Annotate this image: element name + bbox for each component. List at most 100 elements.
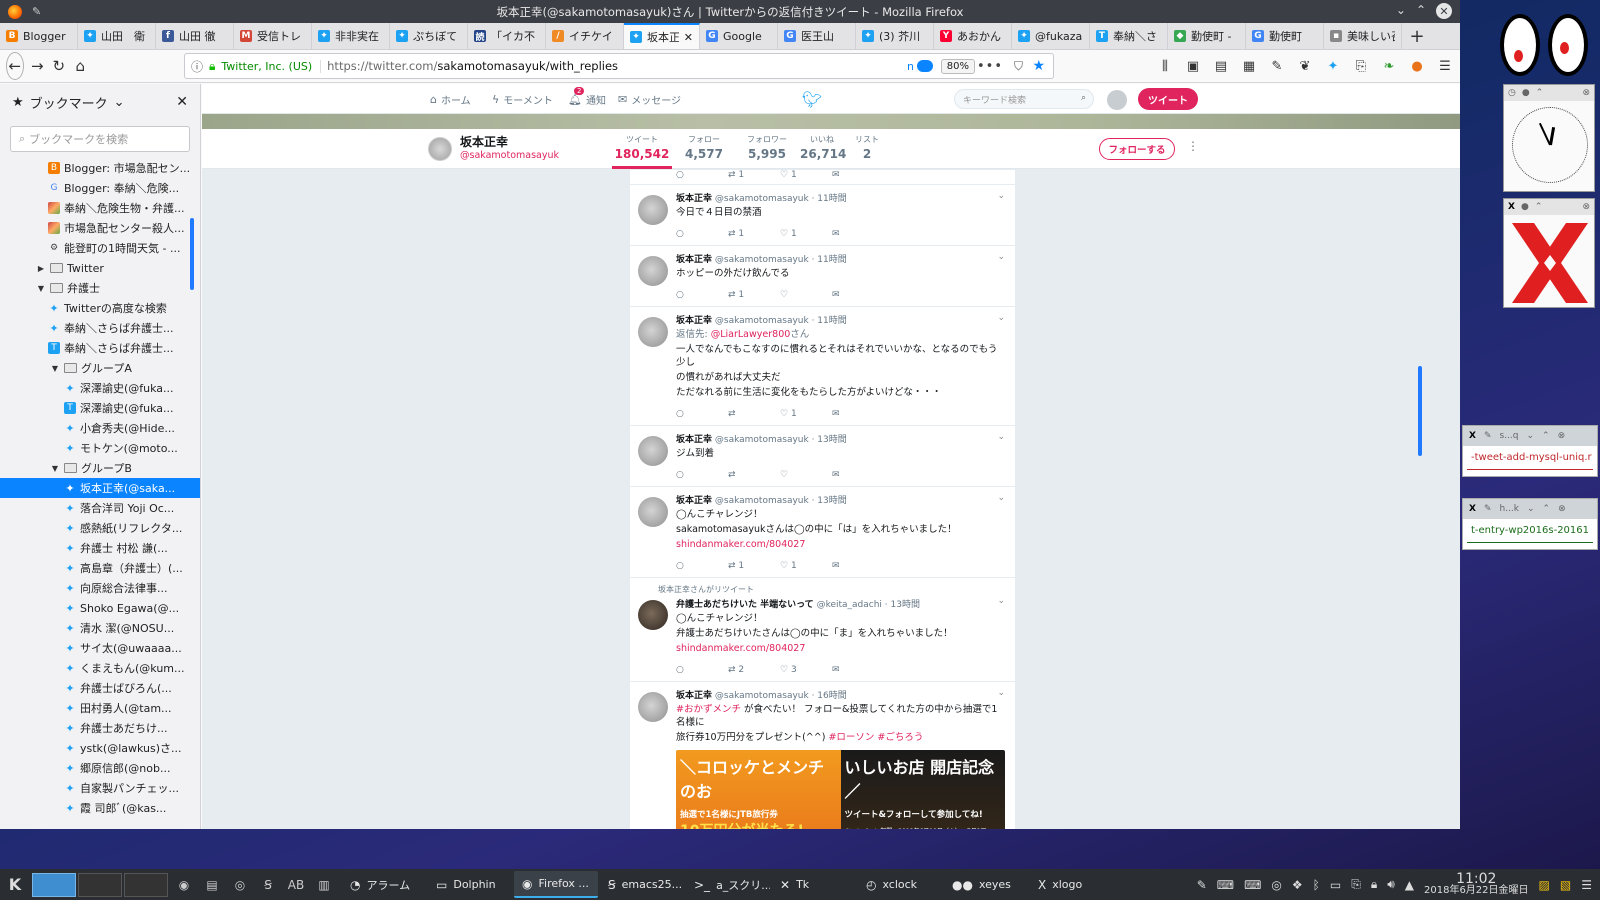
document-launcher-icon[interactable]: ▤ [200,873,224,897]
bookmark-item[interactable]: 奉納＼危険生物・弁護... [0,198,200,218]
bookmark-item[interactable]: ✦ モトケン(@moto... [0,438,200,458]
retweet-button[interactable]: ⇄ 1 [728,170,780,180]
task-7[interactable]: ●● xeyes [944,871,1028,898]
tweet[interactable]: 坂本正幸 @sakamotomasayuk · 13時間 ⌄ ジム到着 ○ ⇄ ♡ ✉ [630,426,1015,487]
retweet-button[interactable]: ⇄ 2 [728,665,780,675]
like-button[interactable]: ♡ 1 [780,229,832,239]
bookmark-star-icon[interactable]: ★ [1032,58,1045,74]
home-button[interactable]: ⌂ [73,53,89,79]
triangle-down-icon[interactable]: ▼ [50,464,60,473]
reply-handle-link[interactable]: @LiarLawyer800 [711,329,791,340]
bookmark-item[interactable]: ✦ Shoko Egawa(@... [0,598,200,618]
reply-button[interactable]: ○ [676,665,728,675]
tweet-avatar[interactable] [638,497,668,527]
tab-11[interactable]: ✦ (3) 芥川 [856,23,934,49]
pin-icon[interactable]: ● [1522,88,1530,98]
twitter-ext-icon[interactable]: ✦ [1324,59,1342,74]
notes-yellow-icon[interactable]: ▧ [1560,878,1571,892]
bookmark-folder[interactable]: ▼ 弁護士 [0,278,200,298]
display-icon[interactable]: ▭ [1330,878,1341,892]
close-window-icon[interactable]: ✕ [1436,3,1452,19]
bookmark-item[interactable]: ✦ 田村勇人(@tam... [0,698,200,718]
pin-icon[interactable]: ● [1521,202,1529,212]
bookmark-item[interactable]: ✦ 自家製パンチェッ... [0,778,200,798]
tab-10[interactable]: G 医王山 [778,23,856,49]
stat-1[interactable]: フォロー 4,577 [684,134,724,161]
chevron-down-icon[interactable]: ⌄ [1527,504,1535,514]
bookmark-item[interactable]: ✦ 弁護士ばびろん(... [0,678,200,698]
url-bar[interactable]: ⓘ 🔒︎ Twitter, Inc. (US) https://twitter.… [184,53,1054,79]
sidebar-scrollbar[interactable] [190,218,194,290]
nav-moments[interactable]: ϟ モーメント [492,92,553,107]
task-2[interactable]: ◉ Firefox ... [514,871,598,898]
back-button[interactable]: ← [6,52,24,80]
bookmark-folder[interactable]: ▼ グループA [0,358,200,378]
maximize-icon[interactable]: ⌃ [1416,3,1426,19]
tab-0[interactable]: B Blogger [0,23,78,49]
close-icon[interactable]: ⊗ [1558,431,1566,441]
bookmark-item[interactable]: 市場急配センター殺人... [0,218,200,238]
task-8[interactable]: Xxlogo [1030,871,1114,898]
chevron-down-icon[interactable]: ⌄ [997,252,1005,262]
tweet[interactable]: 坂本正幸 @sakamotomasayuk · 11時間 ⌄ 返信先: @LiarL… [630,307,1015,426]
tweet-handle[interactable]: @sakamotomasayuk [715,496,809,506]
tab-15[interactable]: ◆ 勤使町 - [1168,23,1246,49]
tweet-time[interactable]: 16時間 [817,691,846,701]
tweet-author-name[interactable]: 弁護士あだちけいた 半端ないって [676,600,814,610]
sidebar-title[interactable]: ブックマーク [30,93,108,112]
tweet-avatar[interactable] [638,600,668,630]
tab-3[interactable]: M 受信トレ [234,23,312,49]
desktop-pager-2[interactable] [78,872,122,897]
like-button[interactable]: ♡ [780,470,832,480]
task-5[interactable]: ✕ Tk [772,871,856,898]
tweet-handle[interactable]: @sakamotomasayuk [715,194,809,204]
desktop-pager-3[interactable] [124,872,168,897]
update-icon[interactable]: ◎ [1271,878,1281,892]
tab-13[interactable]: ✦ @fukaza [1012,23,1090,49]
tweet-time[interactable]: 13時間 [817,496,846,506]
tweet-author-name[interactable]: 坂本正幸 [676,435,712,445]
tweet-handle[interactable]: @sakamotomasayuk [715,316,809,326]
profile-handle[interactable]: @sakamotomasayuk [460,150,559,161]
hashtag-link[interactable]: #ローソン #ごちろう [828,732,923,743]
tweet-author-name[interactable]: 坂本正幸 [676,255,712,265]
message-icon[interactable]: ✉ [832,229,884,239]
tweet-avatar[interactable] [638,692,668,722]
tweet-avatar[interactable] [638,256,668,286]
bookmark-item[interactable]: ✦ Twitterの高度な検索 [0,298,200,318]
tweet[interactable]: 坂本正幸 @sakamotomasayuk · 11時間 ⌄ 今日で４日目の禁酒 ○ ⇄… [630,185,1015,246]
bookmark-item[interactable]: ✦ 郷原信郎(@nob... [0,758,200,778]
keyboard-icon[interactable]: ⌨ [1217,878,1234,892]
stat-4[interactable]: リスト 2 [852,134,882,161]
notes-icon[interactable]: ✎ [1197,878,1207,892]
chevron-down-icon[interactable]: ⌄ [1526,431,1534,441]
evernote-icon[interactable]: ❦ [1296,59,1314,74]
bookmark-item[interactable]: ✦ 清水 潔(@NOSU... [0,618,200,638]
font-launcher-icon[interactable]: AB [284,873,308,897]
stat-2[interactable]: フォロワー 5,995 [742,134,792,161]
task-6[interactable]: ◴ xclock [858,871,942,898]
message-icon[interactable]: ✉ [832,290,884,300]
retweet-button[interactable]: ⇄ [728,470,780,480]
tweet[interactable]: ○ ⇄ 1 ♡ 1 ✉ [630,170,1015,185]
hashtag-link[interactable]: #おかずメンチ [676,704,741,715]
twitter-search-input[interactable]: キーワード検索 ⌕ [954,89,1094,109]
pin-icon[interactable]: ✎ [1484,504,1492,514]
triangle-down-icon[interactable]: ▼ [36,284,46,293]
tweet[interactable]: 坂本正幸 @sakamotomasayuk · 16時間 ⌄ #おかずメンチ が食べ… [630,682,1015,829]
lock-icon[interactable]: 🔒︎ [1371,877,1377,892]
info-icon[interactable]: ⓘ [191,58,203,75]
like-button[interactable]: ♡ 1 [780,170,832,180]
tweet[interactable]: 坂本正幸 @sakamotomasayuk · 11時間 ⌄ ホッピーの外だけ飲んで… [630,246,1015,307]
tweet-time[interactable]: 11時間 [817,194,846,204]
bookmark-item[interactable]: B Blogger: 市場急配セン... [0,158,200,178]
tab-1[interactable]: ✦ 山田 衛 [78,23,156,49]
promo-image[interactable]: ＼コロッケとメンチのお抽選で1名様にJTB旅行券10万円分が当たる!いしいお店 … [676,750,1005,829]
tweet-author-name[interactable]: 坂本正幸 [676,194,712,204]
weather-icon[interactable]: ▨ [1539,878,1550,892]
tweet-handle[interactable]: @sakamotomasayuk [715,255,809,265]
site-identity[interactable]: Twitter, Inc. (US) [221,59,322,73]
reply-button[interactable]: ○ [676,170,728,180]
bookmark-item[interactable]: ✦ 感熱紙(リフレクタ... [0,518,200,538]
triangle-down-icon[interactable]: ▼ [50,364,60,373]
